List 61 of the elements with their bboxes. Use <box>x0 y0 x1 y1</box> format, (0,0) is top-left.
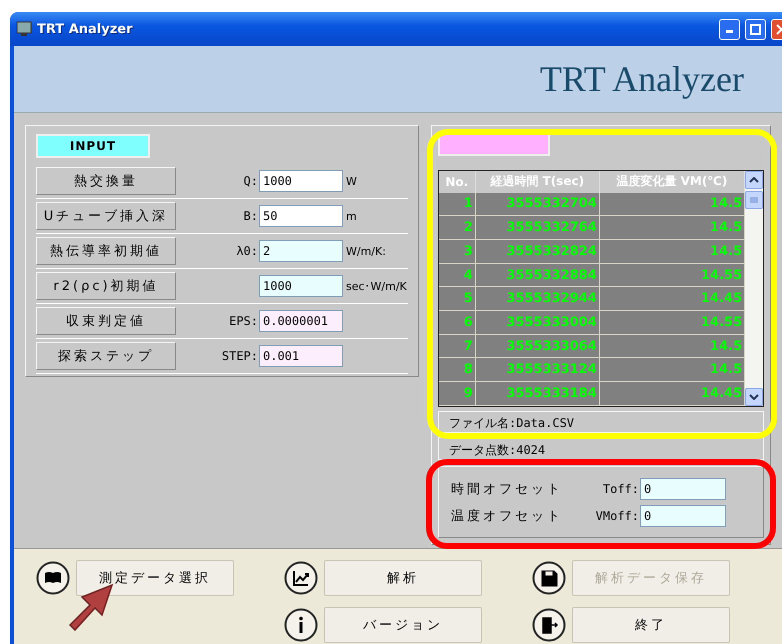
parameter-label: 探索ステップ <box>36 342 176 370</box>
field-label: Toff: <box>602 482 640 496</box>
unit-label: sec･W/m/K <box>345 280 407 292</box>
table-cell: 14.5 <box>599 192 744 216</box>
table-cell: 4 <box>439 263 476 287</box>
table-cell: 14.5 <box>599 216 744 240</box>
window-title: TRT Analyzer <box>37 22 134 36</box>
table-cell: 3555333184 <box>475 382 600 406</box>
field-label: EPS: <box>228 314 259 328</box>
action-button[interactable]: 解析 <box>324 560 482 596</box>
table-cell: 6 <box>439 310 476 334</box>
input-heading: INPUT <box>36 134 150 158</box>
table-cell: 2 <box>439 216 476 240</box>
input-field[interactable]: 1000 <box>259 275 343 297</box>
action-button[interactable]: 測定データ選択 <box>76 560 234 596</box>
action-button[interactable]: 終了 <box>572 607 730 643</box>
field-label: STEP: <box>220 349 259 363</box>
table-cell: 14.5 <box>599 358 744 382</box>
table-cell: 3555332704 <box>475 192 600 216</box>
unit-label: W/m/K: <box>345 244 386 258</box>
field-label: VMoff: <box>594 508 640 522</box>
table-cell: 3555332824 <box>475 239 600 264</box>
input-field[interactable]: 0.0000001 <box>259 310 343 332</box>
table-cell: 14.55 <box>599 263 744 287</box>
table-cell: 5 <box>439 286 476 311</box>
table-cell: 9 <box>439 382 476 406</box>
table-cell: 3555333004 <box>475 310 600 334</box>
offset-label: 時間オフセット <box>451 480 564 498</box>
unit-label: W <box>345 174 357 188</box>
action-button[interactable]: バージョン <box>324 607 482 643</box>
table-cell: 3555333124 <box>475 358 600 382</box>
input-field[interactable]: 0.001 <box>259 345 343 367</box>
input-field[interactable]: 1000 <box>259 170 343 192</box>
parameter-label: 熱伝導率初期値 <box>36 237 176 265</box>
input-field[interactable]: 0 <box>640 478 726 500</box>
table-cell: 14.5 <box>599 239 744 264</box>
table-cell: 7 <box>439 334 476 358</box>
parameter-label: 収束判定値 <box>36 307 176 335</box>
field-label: B: <box>242 209 259 223</box>
table-cell: 1 <box>439 192 476 216</box>
table-cell: 14.5 <box>599 334 744 358</box>
field-label: λ0: <box>235 244 259 258</box>
offset-label: 温度オフセット <box>451 508 564 524</box>
parameter-label: r2(ρc)初期値 <box>36 272 176 300</box>
table-cell: 14.45 <box>599 382 744 406</box>
table-cell: 8 <box>439 358 476 382</box>
table-cell: 14.55 <box>599 310 744 334</box>
input-field[interactable]: 2 <box>259 240 343 262</box>
table-cell: 14.45 <box>599 286 744 311</box>
table-cell: 3555332944 <box>475 286 600 311</box>
field-label: Q: <box>242 174 259 188</box>
input-field[interactable]: 50 <box>259 205 343 227</box>
input-field[interactable]: 0 <box>640 504 726 526</box>
header-title: TRT Analyzer <box>540 58 744 100</box>
table-cell: 3555332884 <box>475 263 600 287</box>
table-cell: 3555333064 <box>475 334 600 358</box>
table-cell: 3 <box>439 239 476 264</box>
parameter-label: 熱交換量 <box>36 167 176 195</box>
table-cell: 3555332764 <box>475 216 600 240</box>
unit-label: m <box>345 210 357 222</box>
parameter-label: Uチューブ挿入深 <box>36 202 176 230</box>
